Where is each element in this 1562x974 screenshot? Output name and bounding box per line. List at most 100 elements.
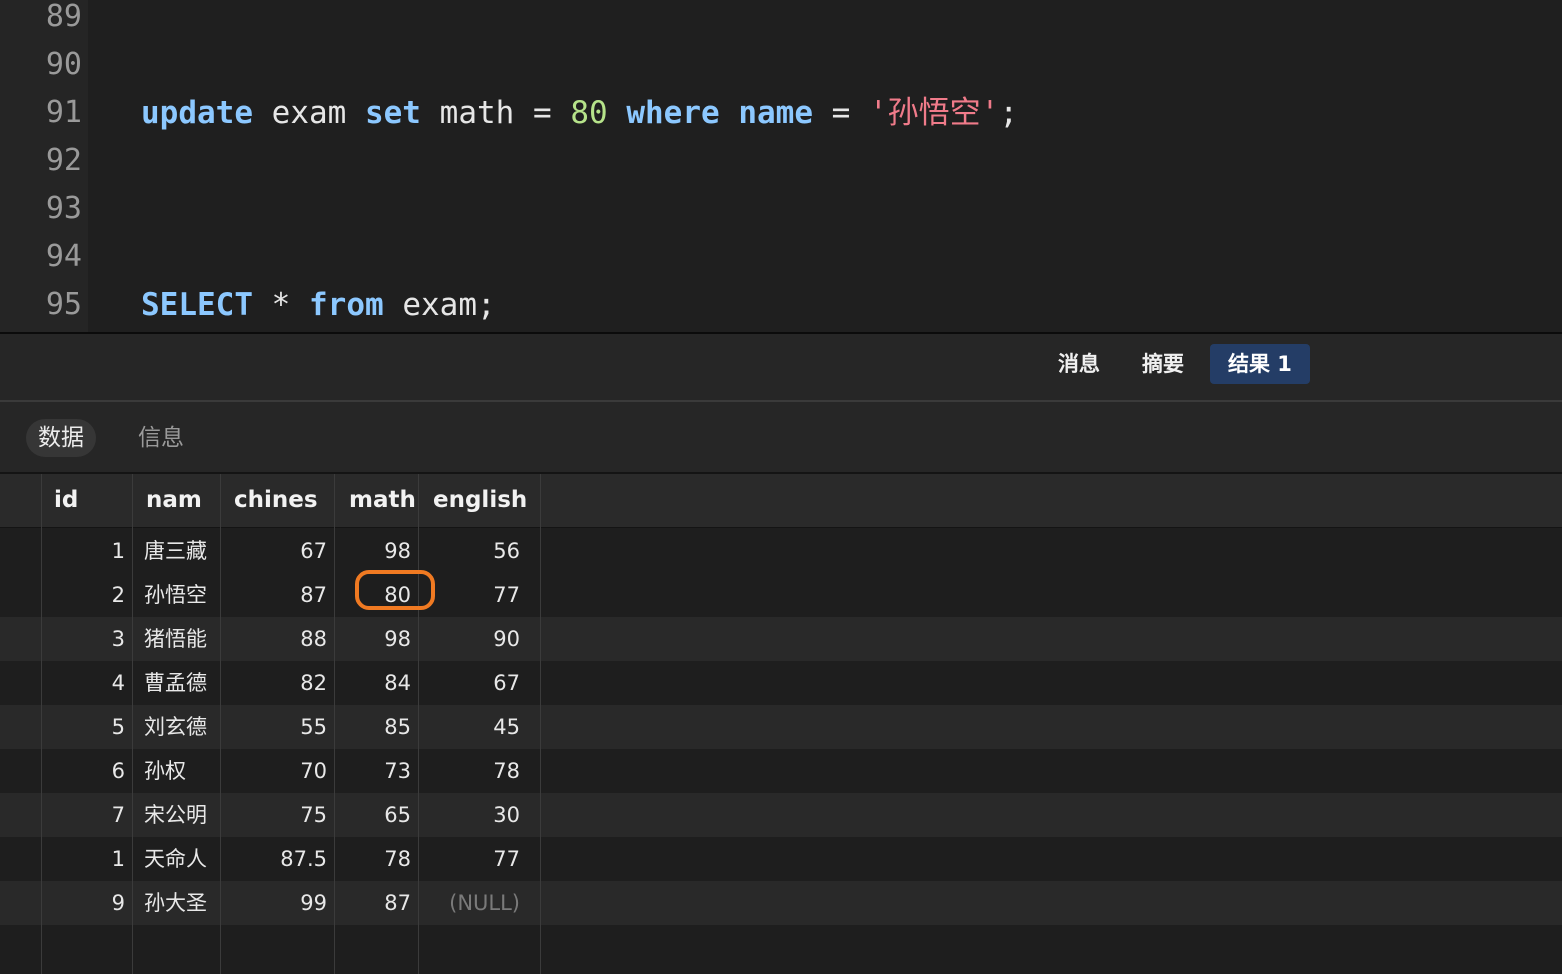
editor-line: 94	[0, 233, 1562, 281]
sql-statement-select[interactable]: SELECT * from exam;	[141, 281, 496, 329]
cell-english[interactable]: 67	[419, 661, 520, 705]
sql-string: '孙悟空'	[869, 95, 1000, 131]
cell-id[interactable]: 1	[41, 529, 125, 573]
tab-data[interactable]: 数据	[26, 419, 96, 457]
sql-identifier: exam	[402, 287, 477, 323]
cell-chines[interactable]: 55	[221, 705, 327, 749]
sql-editor[interactable]: 89 90 91 update exam set math = 80 where…	[0, 0, 1562, 332]
table-row[interactable]: 4 曹孟德 82 84 67	[0, 661, 1562, 705]
cell-chines[interactable]: 67	[221, 529, 327, 573]
cell-english[interactable]: 77	[419, 837, 520, 881]
cell-chines[interactable]: 87.5	[221, 837, 327, 881]
table-row[interactable]: 7 宋公明 75 65 30	[0, 793, 1562, 837]
result-grid[interactable]: id nam chines math english 1 唐三藏 67 98 5…	[0, 474, 1562, 974]
column-divider[interactable]	[132, 474, 133, 974]
cell-math[interactable]: 73	[335, 749, 411, 793]
cell-id[interactable]: 1	[41, 837, 125, 881]
table-row[interactable]: 3 猪悟能 88 98 90	[0, 617, 1562, 661]
cell-nam[interactable]: 宋公明	[144, 793, 220, 837]
table-row[interactable]: 2 孙悟空 87 80 77	[0, 573, 1562, 617]
cell-id[interactable]: 9	[41, 881, 125, 925]
cell-english[interactable]: 90	[419, 617, 520, 661]
cell-math[interactable]: 98	[335, 617, 411, 661]
cell-english-null[interactable]: (NULL)	[419, 881, 520, 925]
line-number: 92	[45, 143, 82, 178]
cell-math[interactable]: 87	[335, 881, 411, 925]
sql-keyword: where	[626, 95, 720, 131]
tab-messages[interactable]: 消息	[1040, 344, 1118, 384]
tab-result-1[interactable]: 结果 1	[1210, 344, 1310, 384]
cell-nam[interactable]: 刘玄德	[144, 705, 220, 749]
table-row[interactable]: 1 天命人 87.5 78 77	[0, 837, 1562, 881]
cell-id[interactable]: 4	[41, 661, 125, 705]
result-tab-bar	[0, 334, 1562, 400]
column-divider[interactable]	[540, 474, 541, 974]
cell-english[interactable]: 45	[419, 705, 520, 749]
cell-id[interactable]: 7	[41, 793, 125, 837]
cell-chines[interactable]: 99	[221, 881, 327, 925]
cell-math[interactable]: 78	[335, 837, 411, 881]
cell-nam[interactable]: 孙大圣	[144, 881, 220, 925]
sub-tab-bar	[0, 402, 1562, 472]
sql-keyword: from	[309, 287, 384, 323]
column-divider[interactable]	[220, 474, 221, 974]
cell-math[interactable]: 65	[335, 793, 411, 837]
cell-chines[interactable]: 88	[221, 617, 327, 661]
sql-number: 80	[570, 95, 608, 131]
editor-line[interactable]: 95 SELECT * from exam;	[0, 281, 1562, 329]
editor-line: 92	[0, 137, 1562, 185]
tab-summary[interactable]: 摘要	[1124, 344, 1202, 384]
cell-id[interactable]: 3	[41, 617, 125, 661]
cell-chines[interactable]: 75	[221, 793, 327, 837]
cell-nam[interactable]: 天命人	[144, 837, 220, 881]
sql-operator: =	[831, 95, 851, 131]
sql-identifier: exam	[271, 95, 347, 131]
cell-math[interactable]: 84	[335, 661, 411, 705]
sql-statement-update[interactable]: update exam set math = 80 where name = '…	[141, 89, 1018, 137]
column-divider[interactable]	[334, 474, 335, 974]
cell-id[interactable]: 2	[41, 573, 125, 617]
cell-nam[interactable]: 孙悟空	[144, 573, 220, 617]
highlight-annotation-ring	[355, 570, 435, 610]
sql-operator: =	[532, 95, 552, 131]
line-number: 91	[45, 95, 82, 130]
cell-chines[interactable]: 82	[221, 661, 327, 705]
sql-keyword: set	[364, 95, 421, 131]
cell-math[interactable]: 98	[335, 529, 411, 573]
table-row[interactable]: 9 孙大圣 99 87 (NULL)	[0, 881, 1562, 925]
cell-english[interactable]: 30	[419, 793, 520, 837]
editor-line: 89	[0, 0, 1562, 41]
cell-nam[interactable]: 曹孟德	[144, 661, 220, 705]
editor-line: 90	[0, 41, 1562, 89]
cell-chines[interactable]: 70	[221, 749, 327, 793]
editor-line: 93	[0, 185, 1562, 233]
column-header-math[interactable]: math	[349, 474, 416, 527]
cell-id[interactable]: 5	[41, 705, 125, 749]
column-header-chines[interactable]: chines	[234, 474, 318, 527]
column-divider[interactable]	[41, 474, 42, 974]
cell-nam[interactable]: 孙权	[144, 749, 220, 793]
column-header-id[interactable]: id	[54, 474, 78, 527]
cell-nam[interactable]: 唐三藏	[144, 529, 220, 573]
editor-line[interactable]: 91 update exam set math = 80 where name …	[0, 89, 1562, 137]
sql-operator: *	[271, 287, 291, 323]
column-header-nam[interactable]: nam	[146, 474, 202, 527]
line-number: 90	[45, 47, 82, 82]
sql-keyword: update	[141, 95, 253, 131]
line-number: 95	[45, 287, 82, 322]
tab-info[interactable]: 信息	[126, 419, 196, 457]
table-row[interactable]: 1 唐三藏 67 98 56	[0, 529, 1562, 573]
cell-english[interactable]: 78	[419, 749, 520, 793]
column-divider[interactable]	[418, 474, 419, 974]
column-header-english[interactable]: english	[433, 474, 527, 527]
sql-identifier: math	[439, 95, 515, 131]
cell-english[interactable]: 56	[419, 529, 520, 573]
cell-id[interactable]: 6	[41, 749, 125, 793]
table-row[interactable]: 6 孙权 70 73 78	[0, 749, 1562, 793]
cell-chines[interactable]: 87	[221, 573, 327, 617]
table-row[interactable]: 5 刘玄德 55 85 45	[0, 705, 1562, 749]
grid-header: id nam chines math english	[0, 474, 1562, 528]
sql-terminator: ;	[999, 95, 1018, 131]
cell-nam[interactable]: 猪悟能	[144, 617, 220, 661]
cell-math[interactable]: 85	[335, 705, 411, 749]
